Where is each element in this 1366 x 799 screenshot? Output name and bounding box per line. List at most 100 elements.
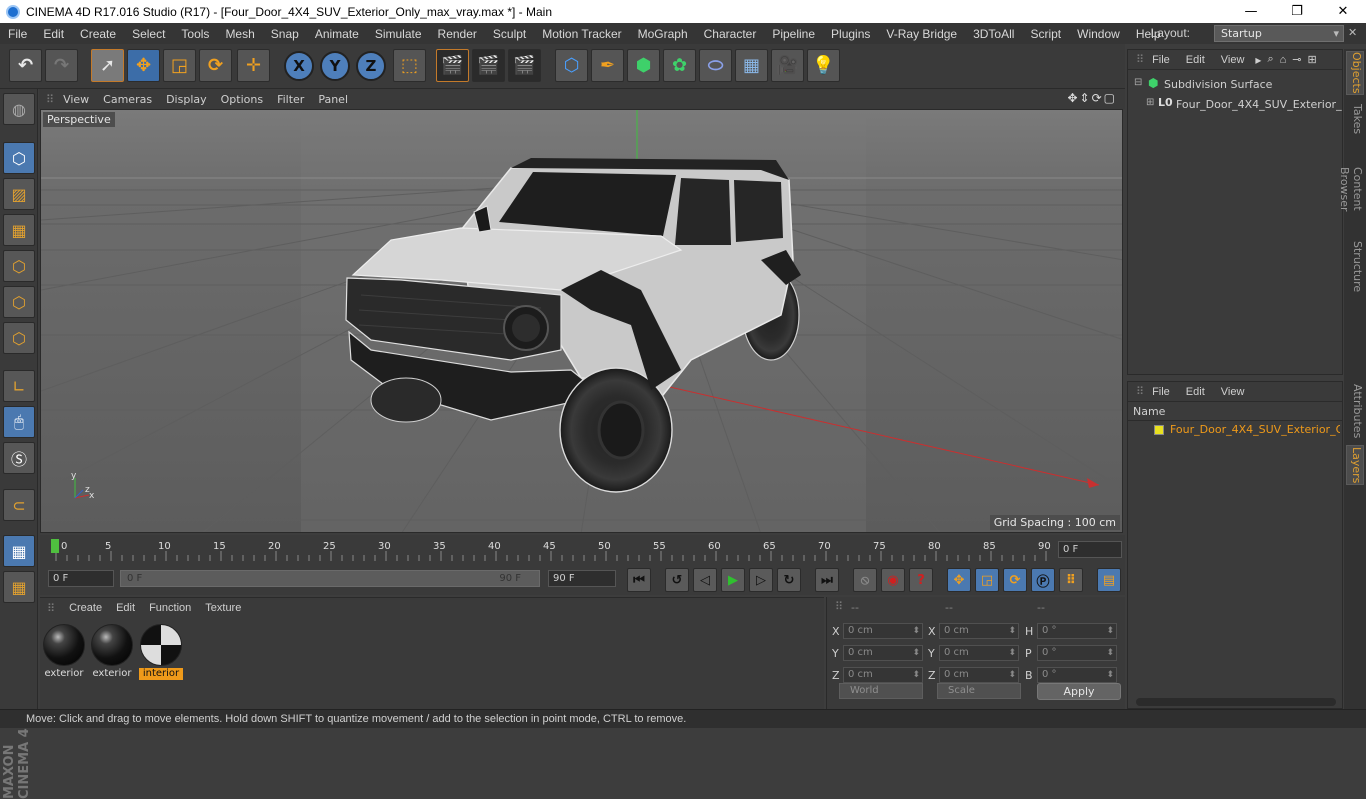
- menu-create[interactable]: Create: [72, 27, 124, 41]
- scale-key-icon[interactable]: ◲: [975, 568, 999, 592]
- subdivision-surface-icon[interactable]: ⬢: [627, 49, 660, 82]
- record-disabled-icon[interactable]: ⦸: [853, 568, 877, 592]
- viewport-menu-options[interactable]: Options: [214, 93, 270, 106]
- frame-range-slider[interactable]: 0 F 90 F: [120, 570, 540, 587]
- undo-button[interactable]: ↶: [9, 49, 42, 82]
- planar-workplane-icon[interactable]: ▦: [3, 571, 35, 603]
- x-axis-lock-button[interactable]: X: [284, 51, 314, 81]
- menu-edit[interactable]: Edit: [35, 27, 72, 41]
- material-menu-create[interactable]: Create: [62, 602, 109, 614]
- tab-layers[interactable]: Layers: [1346, 445, 1364, 485]
- coordinate-system-icon[interactable]: ⬚: [393, 49, 426, 82]
- material-swatch-selected[interactable]: interior: [139, 622, 183, 680]
- tab-takes[interactable]: Takes: [1346, 101, 1364, 137]
- perspective-viewport[interactable]: y x z Perspective Grid Spacing : 100 cm: [40, 109, 1123, 533]
- pos-z-field[interactable]: 0 cm: [843, 667, 923, 683]
- next-key-icon[interactable]: ↻: [777, 568, 801, 592]
- magnet-icon[interactable]: ⊂: [3, 489, 35, 521]
- menu-sculpt[interactable]: Sculpt: [485, 27, 534, 41]
- lock-workplane-icon[interactable]: ▦: [3, 535, 35, 567]
- layers-menu-file[interactable]: File: [1144, 386, 1178, 398]
- render-picture-viewer-icon[interactable]: 🎬: [472, 49, 505, 82]
- objects-menu-edit[interactable]: Edit: [1178, 54, 1213, 66]
- timeline-ruler[interactable]: 0 5 10 15 20 25 30 35 40 45 50 55 60 65 …: [40, 535, 1125, 565]
- go-to-start-button[interactable]: ⏮: [627, 568, 651, 592]
- layer-row[interactable]: Four_Door_4X4_SUV_Exterior_Onl: [1132, 422, 1342, 438]
- parameter-key-icon[interactable]: Ⓟ: [1031, 568, 1055, 592]
- size-x-field[interactable]: 0 cm: [939, 623, 1019, 639]
- size-z-field[interactable]: 0 cm: [939, 667, 1019, 683]
- keyframe-selection-icon[interactable]: ?: [909, 568, 933, 592]
- move-tool-icon[interactable]: ✥: [127, 49, 160, 82]
- timeline-ticks[interactable]: 0 5 10 15 20 25 30 35 40 45 50 55 60 65 …: [48, 535, 1058, 565]
- deformer-icon[interactable]: ⬭: [699, 49, 732, 82]
- cube-primitive-icon[interactable]: ⬡: [555, 49, 588, 82]
- close-layout-icon[interactable]: ✕: [1348, 26, 1360, 40]
- layers-menu-view[interactable]: View: [1213, 386, 1253, 398]
- tab-structure[interactable]: Structure: [1346, 241, 1364, 293]
- recent-tool-icon[interactable]: ✛: [237, 49, 270, 82]
- close-button[interactable]: ✕: [1320, 0, 1366, 23]
- menu-pipeline[interactable]: Pipeline: [764, 27, 823, 41]
- viewport-menu-panel[interactable]: Panel: [311, 93, 355, 106]
- menu-animate[interactable]: Animate: [307, 27, 367, 41]
- layer-color-swatch[interactable]: [1154, 425, 1164, 435]
- tree-item-subdivision[interactable]: ⊟ ⬢ Subdivision Surface: [1132, 76, 1342, 94]
- rot-h-field[interactable]: 0 °: [1037, 623, 1117, 639]
- viewport-menu-filter[interactable]: Filter: [270, 93, 311, 106]
- axis-mode-icon[interactable]: ∟: [3, 370, 35, 402]
- rot-b-field[interactable]: 0 °: [1037, 667, 1117, 683]
- tweak-mode-icon[interactable]: 🖱: [3, 406, 35, 438]
- tab-objects[interactable]: Objects: [1346, 51, 1364, 95]
- minimize-button[interactable]: —: [1228, 0, 1274, 23]
- tab-content-browser[interactable]: Content Browser: [1338, 145, 1364, 233]
- menu-character[interactable]: Character: [696, 27, 765, 41]
- render-view-icon[interactable]: 🎬: [436, 49, 469, 82]
- material-menu-texture[interactable]: Texture: [198, 602, 248, 614]
- objects-home-icon[interactable]: ⌂: [1277, 54, 1290, 66]
- viewport-menu-display[interactable]: Display: [159, 93, 214, 106]
- timeline-window-icon[interactable]: ▤: [1097, 568, 1121, 592]
- live-selection-icon[interactable]: ➚: [91, 49, 124, 82]
- play-button[interactable]: ▶: [721, 568, 745, 592]
- layers-menu-edit[interactable]: Edit: [1178, 386, 1213, 398]
- material-swatch[interactable]: exterior: [42, 622, 86, 680]
- menu-render[interactable]: Render: [430, 27, 485, 41]
- viewport-menu-cameras[interactable]: Cameras: [96, 93, 159, 106]
- menu-mesh[interactable]: Mesh: [217, 27, 262, 41]
- rotation-key-icon[interactable]: ⟳: [1003, 568, 1027, 592]
- current-frame-field[interactable]: 0 F: [1058, 541, 1122, 558]
- z-axis-lock-button[interactable]: Z: [356, 51, 386, 81]
- apply-button[interactable]: Apply: [1037, 683, 1121, 700]
- collapse-icon[interactable]: ⊟: [1134, 77, 1142, 88]
- redo-button[interactable]: ↷: [45, 49, 78, 82]
- expand-icon[interactable]: ⊞: [1146, 97, 1154, 108]
- viewport-navigation-icons[interactable]: ✥⇕⟳▢: [1067, 91, 1117, 105]
- material-swatch[interactable]: exterior: [90, 622, 134, 680]
- pos-x-field[interactable]: 0 cm: [843, 623, 923, 639]
- previous-frame-icon[interactable]: ◁: [693, 568, 717, 592]
- menu-script[interactable]: Script: [1022, 27, 1069, 41]
- make-editable-icon[interactable]: ◍: [3, 93, 35, 125]
- light-icon[interactable]: 💡: [807, 49, 840, 82]
- menu-motion-tracker[interactable]: Motion Tracker: [534, 27, 629, 41]
- menu-window[interactable]: Window: [1069, 27, 1128, 41]
- menu-select[interactable]: Select: [124, 27, 173, 41]
- rot-p-field[interactable]: 0 °: [1037, 645, 1117, 661]
- layout-dropdown[interactable]: Startup: [1214, 25, 1344, 42]
- objects-menu-view[interactable]: View: [1213, 54, 1253, 66]
- objects-more-icon[interactable]: ▸: [1252, 53, 1264, 67]
- go-to-end-button[interactable]: ⏭: [815, 568, 839, 592]
- previous-key-icon[interactable]: ↺: [665, 568, 689, 592]
- pos-y-field[interactable]: 0 cm: [843, 645, 923, 661]
- cloner-icon[interactable]: ✿: [663, 49, 696, 82]
- timeline-playhead[interactable]: [51, 539, 59, 553]
- workplane-mode-icon[interactable]: ▦: [3, 214, 35, 246]
- autokey-icon[interactable]: ◉: [881, 568, 905, 592]
- tree-item-suv[interactable]: ⊞ L0 Four_Door_4X4_SUV_Exterior_Or: [1132, 96, 1342, 114]
- size-mode-dropdown[interactable]: Scale: [937, 683, 1021, 699]
- menu-vray-bridge[interactable]: V-Ray Bridge: [878, 27, 965, 41]
- menu-snap[interactable]: Snap: [263, 27, 307, 41]
- next-frame-icon[interactable]: ▷: [749, 568, 773, 592]
- tab-attributes[interactable]: Attributes: [1346, 383, 1364, 439]
